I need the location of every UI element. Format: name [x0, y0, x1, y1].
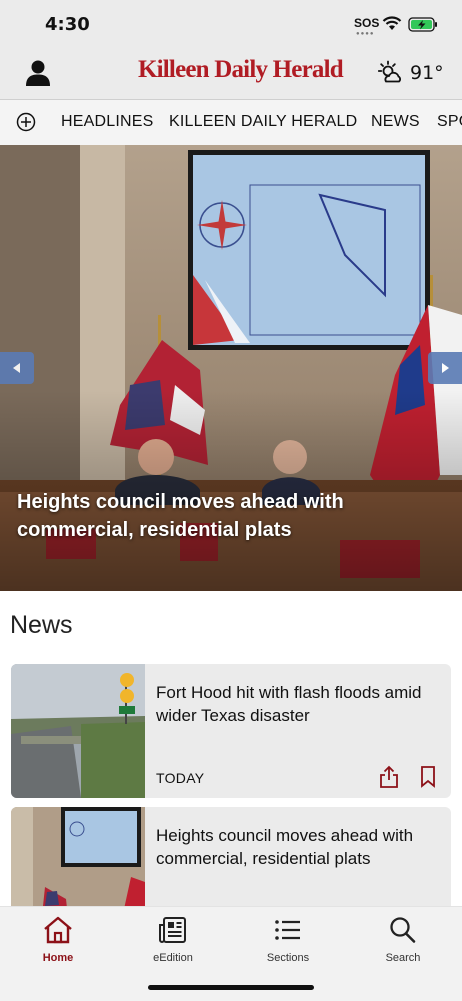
tab-sports[interactable]: SPORTS [437, 113, 462, 131]
chevron-left-icon [13, 363, 20, 373]
weather-temperature: 91° [410, 62, 444, 84]
tab-search[interactable]: Search [353, 915, 453, 964]
tab-sections-label: Sections [266, 952, 310, 964]
status-bar: 4:30 SOS ●●●● [0, 0, 462, 48]
tab-home[interactable]: Home [8, 915, 108, 964]
logo[interactable]: Killeen Daily Herald [138, 56, 344, 84]
news-section-heading: News [10, 611, 73, 639]
tab-eedition[interactable]: eEdition [123, 915, 223, 964]
carousel-prev-button[interactable] [0, 352, 34, 384]
article-time: TODAY [156, 770, 205, 786]
article-title[interactable]: Fort Hood hit with flash floods amid wid… [156, 681, 446, 727]
bookmark-icon[interactable] [419, 765, 437, 789]
tab-news[interactable]: NEWS [371, 113, 420, 131]
tab-killeen-daily-herald[interactable]: KILLEEN DAILY HERALD [169, 113, 357, 131]
partly-sunny-icon [378, 60, 401, 83]
home-indicator [148, 985, 314, 990]
carrier-label: SOS [354, 16, 380, 30]
wifi-icon [382, 16, 402, 30]
tab-headlines[interactable]: HEADLINES [61, 113, 154, 131]
article-thumbnail [11, 664, 145, 798]
signal-dots-icon: ●●●● [356, 31, 375, 37]
section-nav: HEADLINES KILLEEN DAILY HERALD NEWS SPOR… [0, 99, 462, 146]
home-icon [44, 916, 72, 944]
hero-title[interactable]: Heights council moves ahead with commerc… [17, 488, 417, 544]
status-time: 4:30 [45, 14, 90, 35]
article-title[interactable]: Heights council moves ahead with commerc… [156, 824, 446, 870]
tab-search-label: Search [385, 952, 421, 964]
weather-widget[interactable]: 91° [378, 60, 444, 86]
list-icon [275, 920, 300, 940]
newspaper-icon [159, 917, 186, 943]
tab-home-label: Home [42, 952, 74, 964]
app-header: Killeen Daily Herald 91° [0, 48, 462, 99]
add-section-icon[interactable] [16, 112, 36, 132]
chevron-right-icon [442, 363, 449, 373]
logo-text: Killeen Daily Herald [138, 56, 344, 83]
carousel-next-button[interactable] [428, 352, 462, 384]
share-icon[interactable] [378, 765, 400, 789]
battery-charging-icon [408, 17, 437, 32]
search-icon [390, 917, 416, 943]
profile-icon[interactable] [22, 57, 54, 89]
article-card[interactable]: Fort Hood hit with flash floods amid wid… [11, 664, 451, 798]
tab-eedition-label: eEdition [153, 952, 193, 964]
tab-sections[interactable]: Sections [238, 915, 338, 964]
